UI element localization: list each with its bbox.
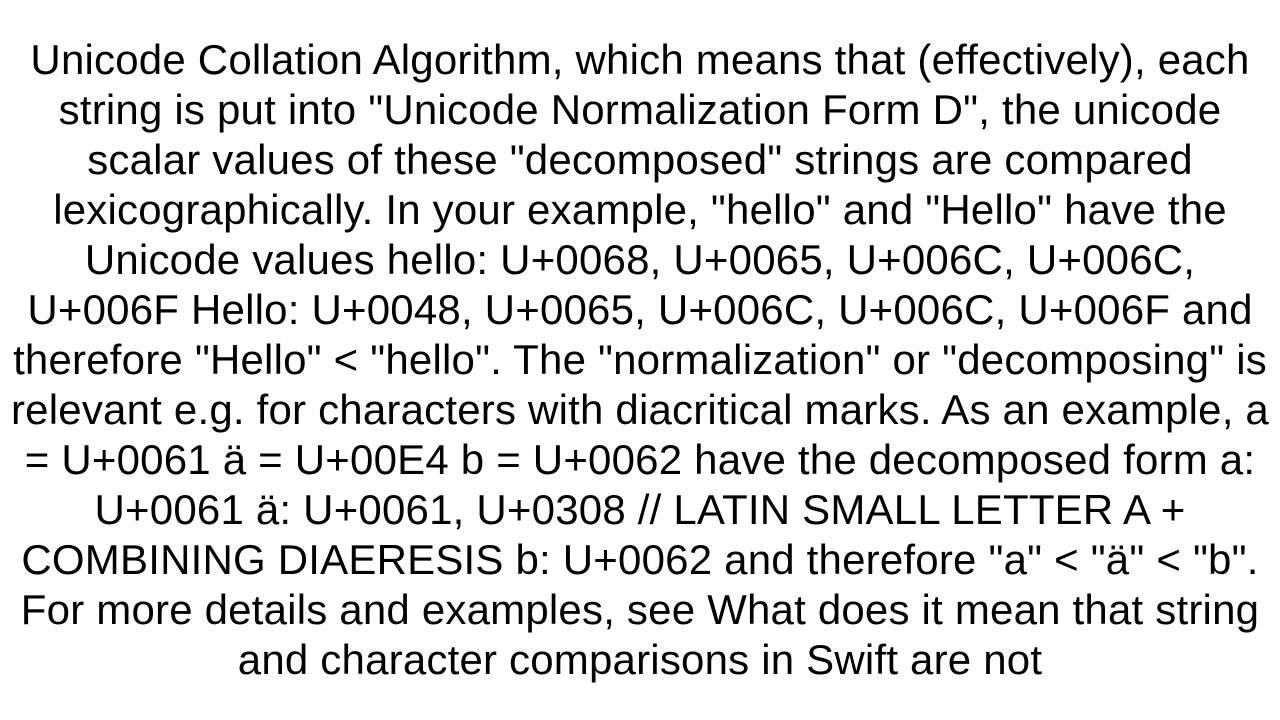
body-paragraph: Unicode Collation Algorithm, which means… xyxy=(10,35,1270,685)
document-page: Unicode Collation Algorithm, which means… xyxy=(0,0,1280,720)
